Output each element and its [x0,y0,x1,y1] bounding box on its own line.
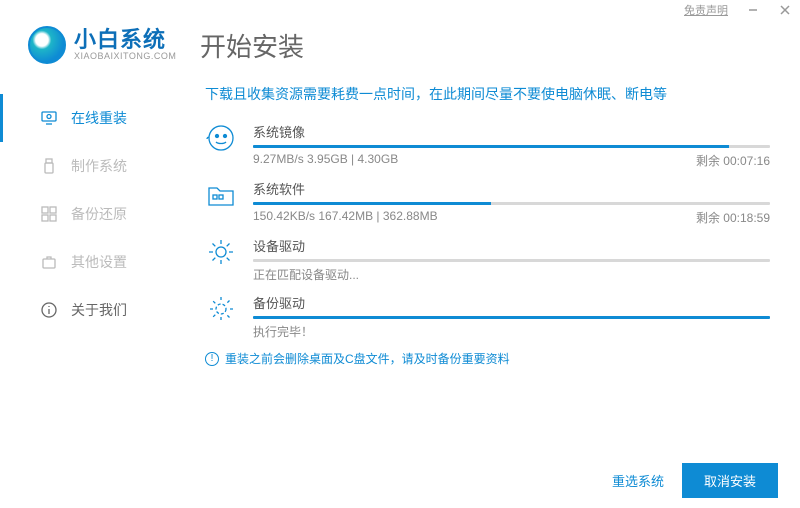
sidebar-item-make[interactable]: 制作系统 [0,142,175,190]
app-window: 免责声明 小白系统 XIAOBAIXITONG.COM 开始安装 在线重装 制作… [0,0,800,508]
task-title: 设备驱动 [253,236,305,255]
sidebar-item-label: 备份还原 [71,204,127,224]
main-content: 下载且收集资源需要耗费一点时间，在此期间尽量不要使电脑休眠、断电等 系统镜像 9… [175,76,800,496]
reselect-button[interactable]: 重选系统 [612,471,664,490]
sidebar-item-backup[interactable]: 备份还原 [0,190,175,238]
task-title: 备份驱动 [253,293,305,312]
progress-bar [253,259,770,262]
task-system-image: 系统镜像 9.27MB/s 3.95GB | 4.30GB 剩余 00:07:1… [205,122,770,169]
task-detail: 正在匹配设备驱动... [253,266,359,283]
sidebar-item-label: 制作系统 [71,156,127,176]
footer: 重选系统 取消安装 [612,463,778,498]
task-system-software: 系统软件 150.42KB/s 167.42MB | 362.88MB 剩余 0… [205,179,770,226]
sidebar-item-label: 关于我们 [71,300,127,320]
sidebar-item-reinstall[interactable]: 在线重装 [0,94,175,142]
cancel-install-button[interactable]: 取消安装 [682,463,778,498]
progress-bar [253,316,770,319]
gear-icon [205,236,237,268]
body: 在线重装 制作系统 备份还原 其他设置 关于我们 下载且收集资源需要耗费一点时间… [0,76,800,496]
warning-icon: ! [205,352,219,366]
sidebar-item-about[interactable]: 关于我们 [0,286,175,334]
gear-dashed-icon [205,293,237,325]
progress-fill [253,316,770,319]
notice-text: 下载且收集资源需要耗费一点时间，在此期间尽量不要使电脑休眠、断电等 [205,84,770,104]
sidebar-item-label: 在线重装 [71,108,127,128]
usb-icon [41,158,57,174]
task-device-driver: 设备驱动 正在匹配设备驱动... [205,236,770,283]
face-icon [205,122,237,154]
brand-name-en: XIAOBAIXITONG.COM [74,52,176,62]
progress-fill [253,145,729,148]
titlebar: 免责声明 [0,0,800,18]
info-icon [41,302,57,318]
task-remain: 剩余 00:07:16 [696,152,770,169]
sidebar-item-settings[interactable]: 其他设置 [0,238,175,286]
monitor-icon [41,110,57,126]
task-title: 系统软件 [253,179,305,198]
close-button[interactable] [778,3,792,17]
task-remain: 剩余 00:18:59 [696,209,770,226]
progress-bar [253,202,770,205]
warning-text: 重装之前会删除桌面及C盘文件，请及时备份重要资料 [225,350,510,367]
page-title: 开始安装 [200,27,304,64]
disclaimer-link[interactable]: 免责声明 [684,2,728,18]
task-detail: 150.42KB/s 167.42MB | 362.88MB [253,209,438,226]
task-backup-driver: 备份驱动 执行完毕！ [205,293,770,340]
folder-icon [205,179,237,211]
task-title: 系统镜像 [253,122,305,141]
progress-fill [253,202,491,205]
sidebar: 在线重装 制作系统 备份还原 其他设置 关于我们 [0,76,175,496]
sidebar-item-label: 其他设置 [71,252,127,272]
logo-icon [28,26,66,64]
brand-name-cn: 小白系统 [74,28,176,52]
grid-icon [41,206,57,222]
header: 小白系统 XIAOBAIXITONG.COM 开始安装 [0,18,800,76]
brand-text: 小白系统 XIAOBAIXITONG.COM [74,28,176,62]
minimize-button[interactable] [746,3,760,17]
warning-row: ! 重装之前会删除桌面及C盘文件，请及时备份重要资料 [205,350,770,367]
task-detail: 9.27MB/s 3.95GB | 4.30GB [253,152,398,169]
progress-bar [253,145,770,148]
task-detail: 执行完毕！ [253,323,313,340]
briefcase-icon [41,254,57,270]
brand-logo: 小白系统 XIAOBAIXITONG.COM [28,26,200,64]
